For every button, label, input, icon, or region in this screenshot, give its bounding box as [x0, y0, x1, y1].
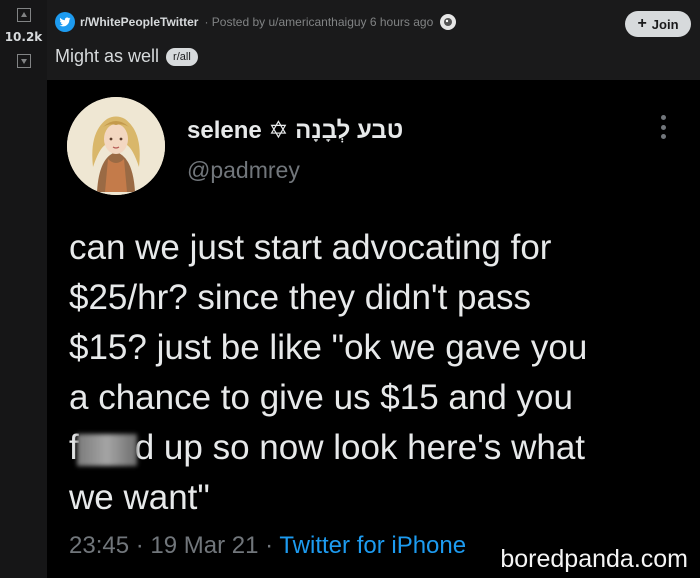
- tweet-line: fd up so now look here's what: [69, 423, 689, 473]
- tweet-line: $25/hr? since they didn't pass: [69, 278, 531, 317]
- watermark: boredpanda.com: [500, 545, 688, 573]
- vote-column: 10.2k: [0, 0, 47, 578]
- plus-icon: +: [637, 15, 647, 32]
- vote-score: 10.2k: [4, 30, 43, 44]
- posted-by-text: · Posted by u/americanthaiguy 6 hours ag…: [204, 15, 434, 29]
- tweet-line-end: d up so now look here's what: [134, 428, 586, 467]
- censor-blur: [76, 433, 137, 466]
- join-button[interactable]: + Join: [625, 11, 691, 37]
- tweet-line: can we just start advocating for: [69, 228, 552, 267]
- tweet-footer: 23:45 · 19 Mar 21 · Twitter for iPhone: [69, 532, 466, 560]
- tweet-handle[interactable]: @padmrey: [187, 157, 300, 184]
- upvote-icon[interactable]: [16, 8, 31, 22]
- twitter-bird-icon[interactable]: [55, 12, 75, 32]
- tweet-line: a chance to give us $15 and you: [69, 378, 573, 417]
- post-title-row: Might as well r/all: [55, 46, 198, 67]
- subreddit-link[interactable]: r/WhitePeopleTwitter: [80, 15, 198, 29]
- post-card[interactable]: r/WhitePeopleTwitter · Posted by u/ameri…: [47, 0, 700, 578]
- post-title[interactable]: Might as well: [55, 46, 159, 67]
- award-icon: [440, 14, 457, 30]
- tweet-source-link[interactable]: Twitter for iPhone: [279, 532, 466, 559]
- post-meta: r/WhitePeopleTwitter · Posted by u/ameri…: [55, 11, 457, 33]
- downvote-icon[interactable]: [16, 54, 31, 68]
- avatar: [67, 97, 165, 195]
- tweet-text: can we just start advocating for $25/hr?…: [69, 223, 689, 523]
- tweet-timestamp: 23:45 · 19 Mar 21 ·: [69, 532, 280, 559]
- tweet-line: $15? just be like "ok we gave you: [69, 328, 588, 367]
- tweet-screenshot[interactable]: selene ✡ טבע לְבָנָה @padmrey can we jus…: [47, 80, 700, 578]
- more-icon[interactable]: [661, 115, 667, 139]
- tweet-author-name[interactable]: selene ✡ טבע לְבָנָה: [187, 116, 403, 145]
- post-flair[interactable]: r/all: [166, 47, 198, 66]
- join-label: Join: [651, 16, 679, 32]
- tweet-line: we want": [69, 478, 210, 517]
